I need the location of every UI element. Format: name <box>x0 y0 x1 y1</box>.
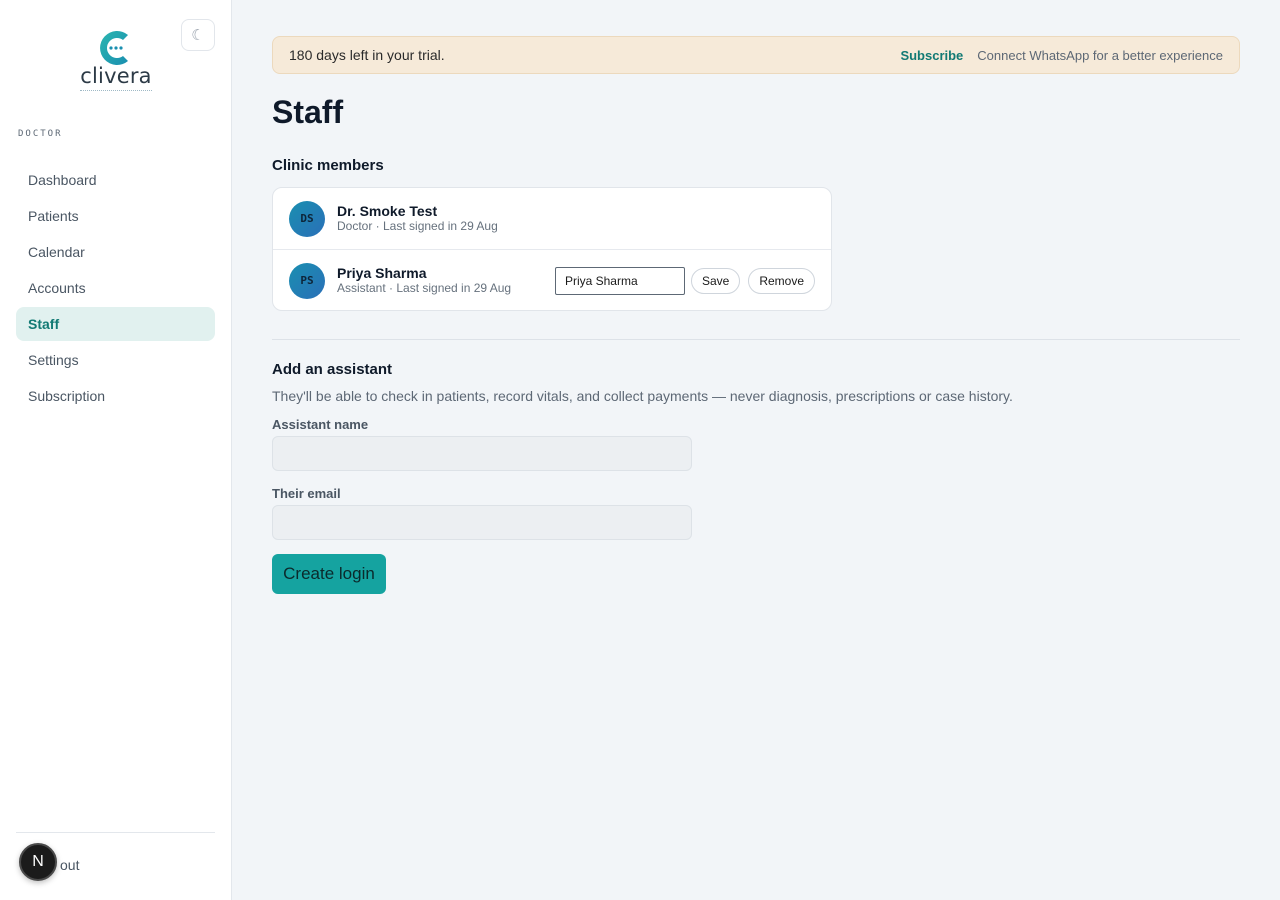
sidebar-item-subscription[interactable]: Subscription <box>16 379 215 413</box>
member-name-input[interactable] <box>554 267 685 295</box>
assistant-email-label: Their email <box>272 486 341 501</box>
member-meta: Doctor · Last signed in 29 Aug <box>337 219 498 233</box>
subscribe-link[interactable]: Subscribe <box>900 48 963 63</box>
sidebar-item-patients[interactable]: Patients <box>16 199 215 233</box>
section-divider <box>272 339 1240 340</box>
add-assistant-heading: Add an assistant <box>272 361 393 378</box>
member-name: Dr. Smoke Test <box>337 203 438 219</box>
sidebar-item-accounts[interactable]: Accounts <box>16 271 215 305</box>
moon-icon: ☾ <box>191 27 205 44</box>
remove-button[interactable]: Remove <box>748 268 815 294</box>
role-label: DOCTOR <box>18 129 63 139</box>
logo-tagline <box>80 90 152 92</box>
sidebar-item-dashboard[interactable]: Dashboard <box>16 163 215 197</box>
dev-tools-badge[interactable]: N <box>19 843 57 881</box>
member-meta: Assistant · Last signed in 29 Aug <box>337 281 512 295</box>
connect-whatsapp-link[interactable]: Connect WhatsApp for a better experience <box>977 48 1223 63</box>
member-row: PS Priya Sharma Assistant · Last signed … <box>273 249 831 310</box>
sidebar-item-calendar[interactable]: Calendar <box>16 235 215 269</box>
members-list: DS Dr. Smoke Test Doctor · Last signed i… <box>272 187 832 311</box>
add-assistant-help: They'll be able to check in patients, re… <box>272 388 1013 404</box>
trial-banner: 180 days left in your trial. Subscribe C… <box>272 36 1240 74</box>
assistant-email-input[interactable] <box>272 505 692 540</box>
clinic-members-heading: Clinic members <box>272 157 384 174</box>
save-button[interactable]: Save <box>690 268 741 294</box>
page-title: Staff <box>272 94 344 130</box>
theme-toggle-button[interactable]: ☾ <box>181 19 215 51</box>
assistant-name-label: Assistant name <box>272 417 369 432</box>
clivera-logo[interactable]: clivera <box>78 28 154 96</box>
sidebar-nav: Dashboard Patients Calendar Accounts Sta… <box>16 163 215 415</box>
logo-wordmark: clivera <box>80 64 152 88</box>
member-name: Priya Sharma <box>337 265 427 281</box>
sidebar-divider <box>16 832 215 833</box>
avatar: DS <box>289 200 325 237</box>
create-login-button[interactable]: Create login <box>272 554 386 594</box>
assistant-name-input[interactable] <box>272 436 692 471</box>
sidebar-item-staff[interactable]: Staff <box>16 307 215 341</box>
trial-text: 180 days left in your trial. <box>289 47 445 63</box>
chat-bubble-logo-icon <box>100 31 128 65</box>
member-row: DS Dr. Smoke Test Doctor · Last signed i… <box>273 188 831 249</box>
sidebar: clivera ☾ DOCTOR Dashboard Patients Cale… <box>0 0 232 900</box>
avatar: PS <box>289 262 325 299</box>
sidebar-item-settings[interactable]: Settings <box>16 343 215 377</box>
